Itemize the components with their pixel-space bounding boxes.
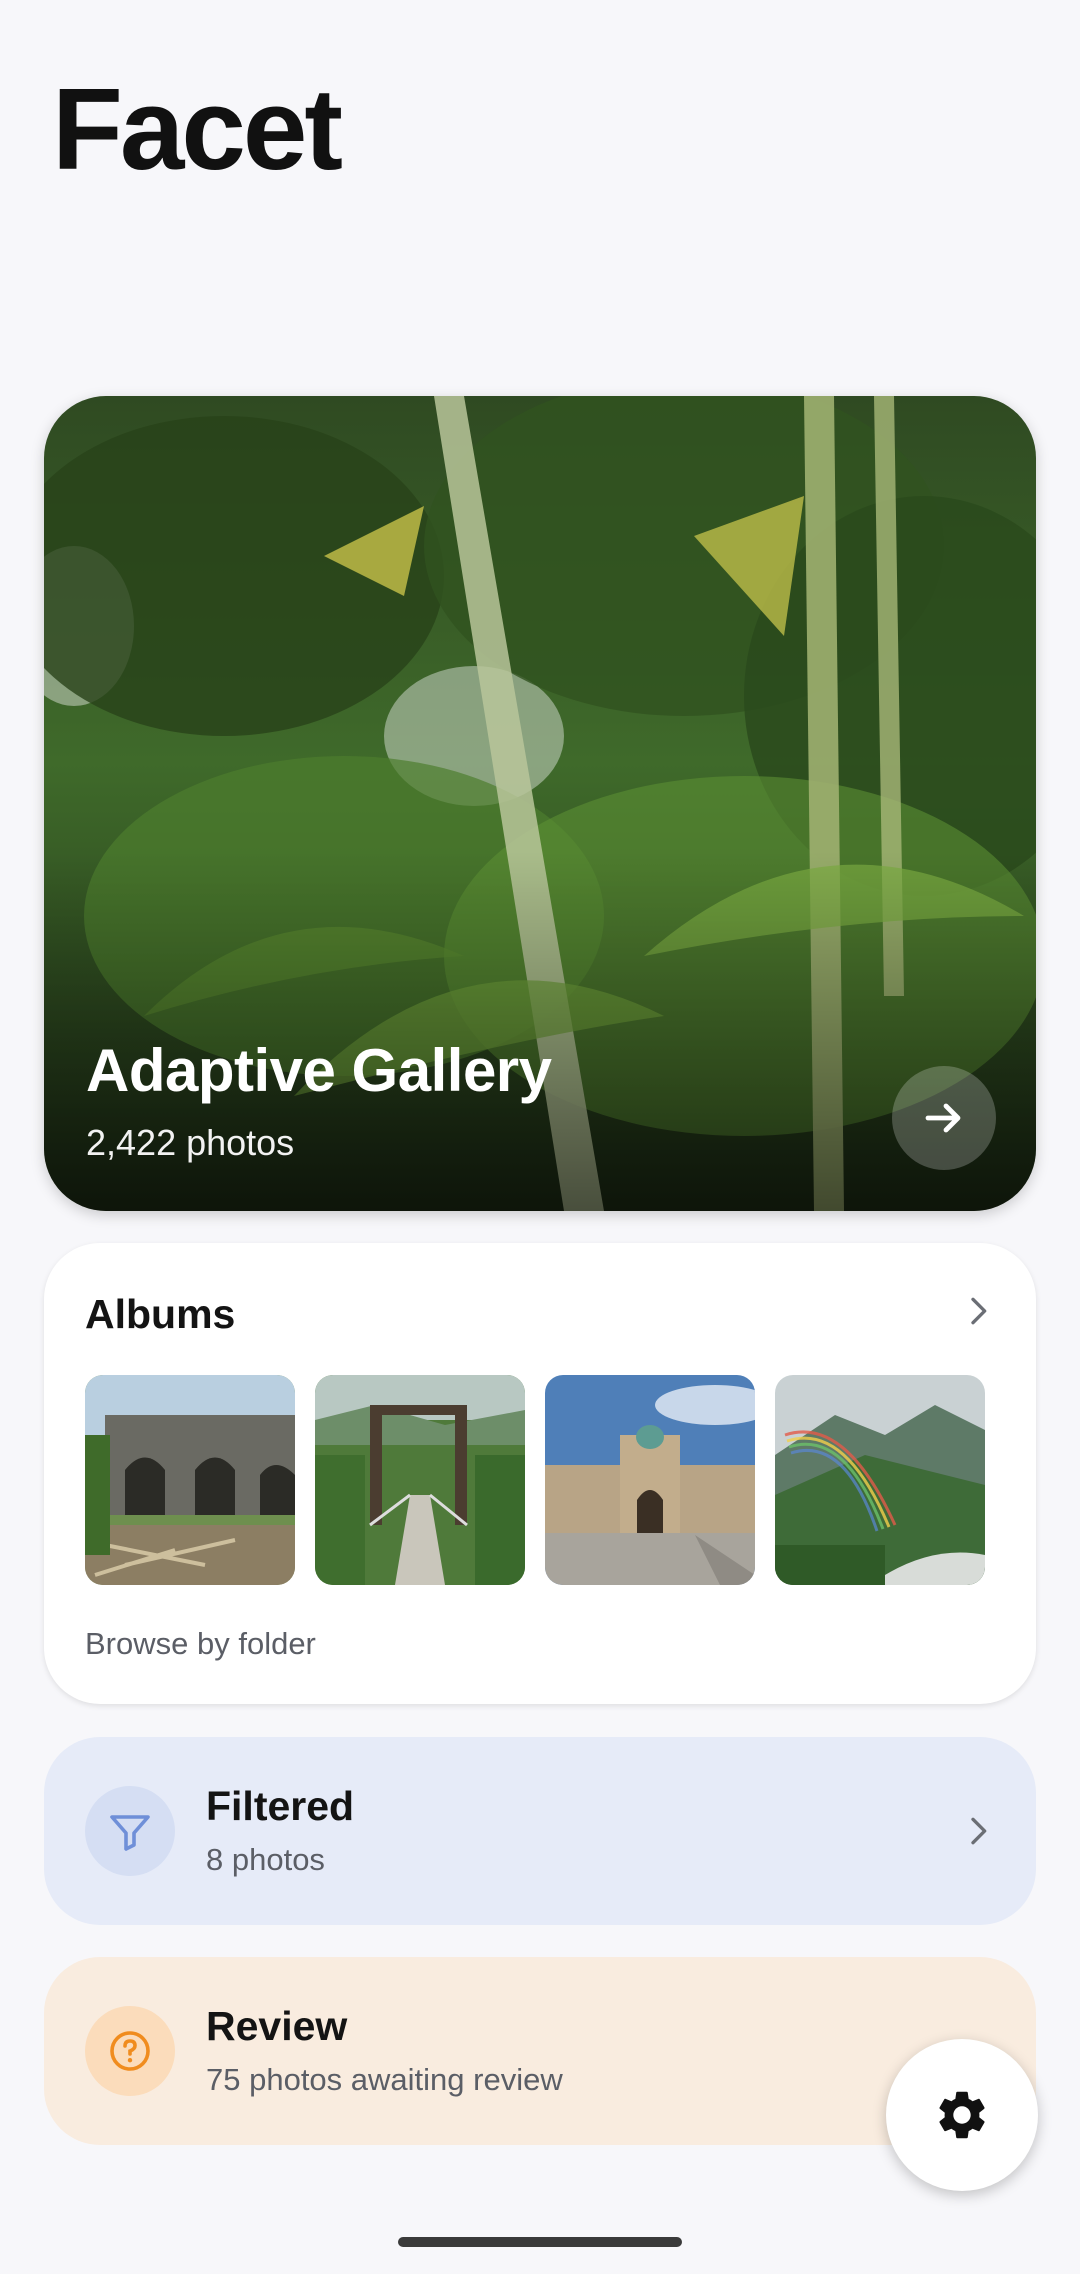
review-icon-badge [85, 2006, 175, 2096]
albums-title: Albums [85, 1291, 236, 1337]
albums-card[interactable]: Albums Browse by folder [44, 1243, 1036, 1704]
chevron-right-icon[interactable] [958, 1291, 998, 1331]
gear-icon [939, 2091, 985, 2139]
review-count: 75 photos awaiting review [206, 2062, 563, 2097]
app-title: Facet [52, 64, 343, 194]
filter-icon [110, 1815, 150, 1851]
chevron-right-icon [971, 1817, 987, 1845]
album-thumbnail-fortress[interactable] [545, 1375, 755, 1585]
question-circle-icon [110, 2031, 150, 2071]
filtered-count: 8 photos [206, 1842, 325, 1877]
album-thumbnail-aqueduct[interactable] [85, 1375, 295, 1585]
filtered-card[interactable]: Filtered 8 photos [44, 1737, 1036, 1925]
settings-button[interactable] [886, 2039, 1038, 2191]
adaptive-gallery-card[interactable]: Adaptive Gallery 2,422 photos [44, 396, 1036, 1211]
filtered-icon-badge [85, 1786, 175, 1876]
home-indicator[interactable] [398, 2237, 682, 2247]
review-title: Review [206, 2003, 348, 2049]
albums-caption: Browse by folder [85, 1626, 316, 1661]
arrow-right-icon [925, 1103, 961, 1133]
filtered-title: Filtered [206, 1783, 355, 1829]
album-thumbnail-bridge[interactable] [315, 1375, 525, 1585]
open-gallery-button[interactable] [892, 1066, 996, 1170]
hero-photo-count: 2,422 photos [86, 1122, 295, 1163]
album-thumbnail-rainbow[interactable] [775, 1375, 985, 1585]
hero-title: Adaptive Gallery [86, 1037, 552, 1104]
